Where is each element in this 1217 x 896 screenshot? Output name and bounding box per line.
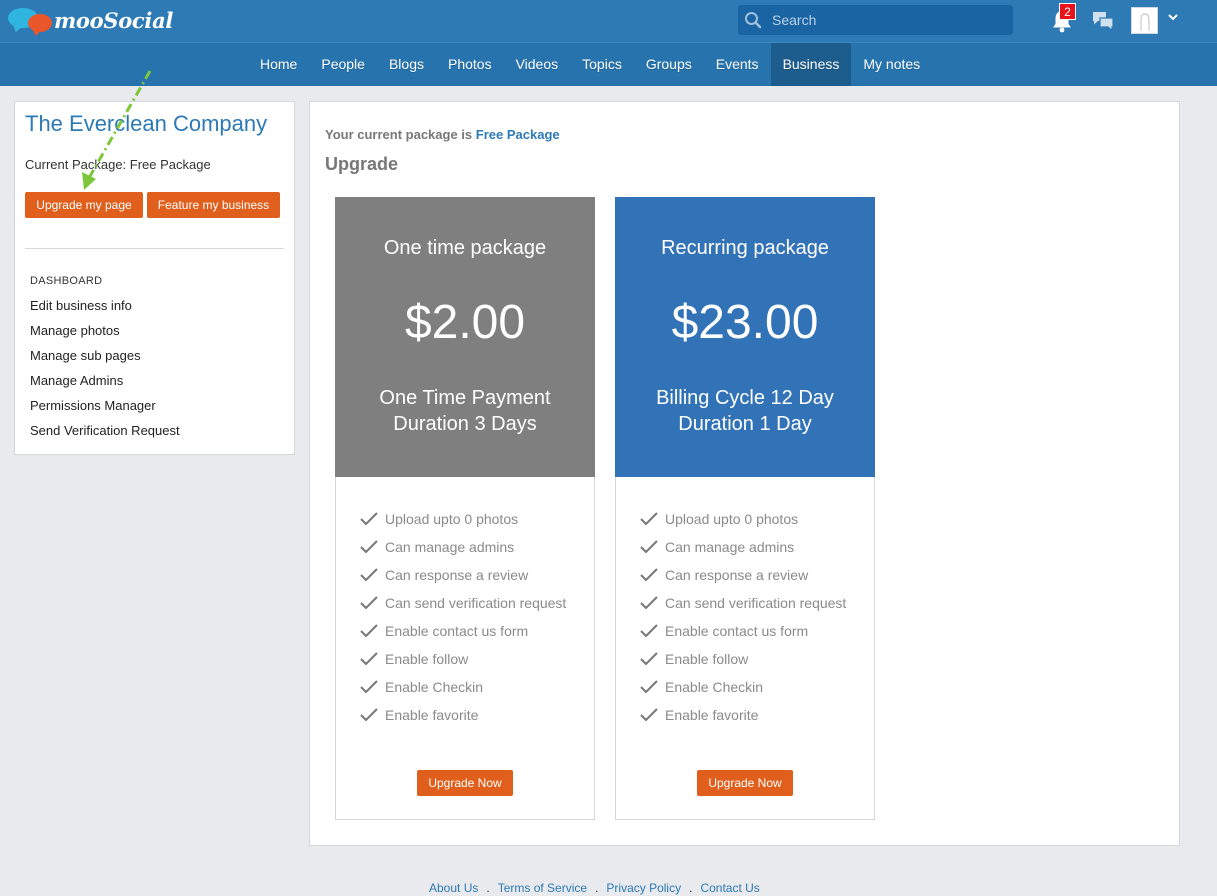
package-card-header: Recurring package $23.00 Billing Cycle 1… (615, 197, 875, 477)
check-icon (640, 680, 658, 694)
package-price: $2.00 (404, 296, 526, 349)
check-icon (360, 652, 378, 666)
menu-send-verification-request[interactable]: Send Verification Request (30, 421, 180, 446)
nav-item-home[interactable]: Home (248, 43, 309, 86)
nav-item-business[interactable]: Business (770, 43, 852, 86)
package-card-recurring: Recurring package $23.00 Billing Cycle 1… (615, 197, 875, 820)
footer-about-us-link[interactable]: About Us (429, 881, 478, 895)
annotation-arrow-icon (82, 70, 152, 190)
check-icon (640, 540, 658, 554)
footer-links: About Us. Terms of Service. Privacy Policy… (429, 881, 760, 895)
feature-item: Can send verification request (359, 589, 566, 617)
package-description: Billing Cycle 12 Day Duration 1 Day (615, 385, 875, 437)
feature-item: Can response a review (359, 561, 566, 589)
check-icon (640, 596, 658, 610)
logo-text: mooSocial (54, 7, 174, 33)
user-avatar[interactable] (1131, 7, 1158, 34)
chevron-down-icon[interactable] (1167, 10, 1179, 22)
top-bar: mooSocial 2 (0, 0, 1217, 42)
nav-item-groups[interactable]: Groups (634, 43, 704, 86)
feature-item: Enable Checkin (639, 673, 846, 701)
sidebar-divider (25, 248, 284, 249)
feature-item: Enable favorite (639, 701, 846, 729)
search-box[interactable] (738, 5, 1013, 35)
menu-manage-sub-pages[interactable]: Manage sub pages (30, 346, 180, 371)
upgrade-now-button[interactable]: Upgrade Now (417, 770, 513, 796)
footer-terms-link[interactable]: Terms of Service (498, 881, 587, 895)
nav-item-photos[interactable]: Photos (436, 43, 504, 86)
package-price: $23.00 (671, 296, 819, 349)
feature-item: Can manage admins (359, 533, 566, 561)
menu-permissions-manager[interactable]: Permissions Manager (30, 396, 180, 421)
nav-item-people[interactable]: People (309, 43, 377, 86)
feature-item: Enable follow (639, 645, 846, 673)
feature-item: Upload upto 0 photos (639, 505, 846, 533)
dashboard-menu: Edit business info Manage photos Manage … (30, 296, 180, 446)
menu-manage-photos[interactable]: Manage photos (30, 321, 180, 346)
nav-item-blogs[interactable]: Blogs (377, 43, 436, 86)
package-card-one-time: One time package $2.00 One Time Payment … (335, 197, 595, 820)
check-icon (360, 568, 378, 582)
upgrade-panel: Your current package is Free Package Upg… (309, 101, 1180, 846)
feature-item: Can response a review (639, 561, 846, 589)
logo-bubbles-icon (8, 6, 52, 36)
package-title: Recurring package (661, 237, 829, 259)
check-icon (360, 624, 378, 638)
menu-manage-admins[interactable]: Manage Admins (30, 371, 180, 396)
check-icon (360, 680, 378, 694)
check-icon (640, 624, 658, 638)
search-input[interactable] (772, 12, 1002, 28)
package-title: One time package (383, 237, 547, 259)
check-icon (360, 512, 378, 526)
check-icon (360, 708, 378, 722)
main-navigation-bar: Home People Blogs Photos Videos Topics G… (0, 42, 1217, 86)
footer-separator: . (595, 881, 599, 895)
user-silhouette-icon (1139, 12, 1150, 31)
package-features: Upload upto 0 photos Can manage admins C… (639, 505, 846, 729)
feature-item: Upload upto 0 photos (359, 505, 566, 533)
check-icon (360, 540, 378, 554)
package-desc-line-1: Billing Cycle 12 Day (656, 387, 834, 409)
check-icon (640, 708, 658, 722)
current-package-name: Free Package (475, 127, 560, 142)
check-icon (360, 596, 378, 610)
main-nav: Home People Blogs Photos Videos Topics G… (248, 43, 932, 86)
feature-item: Enable favorite (359, 701, 566, 729)
nav-item-topics[interactable]: Topics (570, 43, 634, 86)
footer-separator: . (486, 881, 490, 895)
current-package-prefix: Your current package is (325, 127, 473, 142)
feature-item: Enable contact us form (639, 617, 846, 645)
notification-count-badge: 2 (1059, 3, 1076, 20)
footer-separator: . (689, 881, 693, 895)
feature-item: Can manage admins (639, 533, 846, 561)
feature-item: Enable Checkin (359, 673, 566, 701)
dashboard-section-title: DASHBOARD (30, 275, 103, 287)
messages-chat-icon[interactable] (1091, 10, 1115, 32)
search-icon (738, 5, 768, 35)
upgrade-now-button[interactable]: Upgrade Now (697, 770, 793, 796)
site-logo[interactable]: mooSocial (8, 6, 174, 36)
feature-item: Can send verification request (639, 589, 846, 617)
upgrade-heading: Upgrade (325, 154, 399, 174)
check-icon (640, 652, 658, 666)
nav-item-my-notes[interactable]: My notes (851, 43, 932, 86)
feature-my-business-button[interactable]: Feature my business (147, 192, 280, 218)
check-icon (640, 568, 658, 582)
menu-edit-business-info[interactable]: Edit business info (30, 296, 180, 321)
footer-privacy-link[interactable]: Privacy Policy (606, 881, 681, 895)
package-desc-line-2: Duration 1 Day (678, 413, 812, 435)
footer-contact-link[interactable]: Contact Us (700, 881, 759, 895)
current-package-line: Your current package is Free Package (325, 127, 560, 142)
package-desc-line-2: Duration 3 Days (393, 413, 537, 435)
nav-item-events[interactable]: Events (704, 43, 771, 86)
package-desc-line-1: One Time Payment (379, 387, 551, 409)
feature-item: Enable contact us form (359, 617, 566, 645)
feature-item: Enable follow (359, 645, 566, 673)
package-card-header: One time package $2.00 One Time Payment … (335, 197, 595, 477)
nav-item-videos[interactable]: Videos (504, 43, 571, 86)
package-description: One Time Payment Duration 3 Days (335, 385, 595, 437)
package-features: Upload upto 0 photos Can manage admins C… (359, 505, 566, 729)
check-icon (640, 512, 658, 526)
